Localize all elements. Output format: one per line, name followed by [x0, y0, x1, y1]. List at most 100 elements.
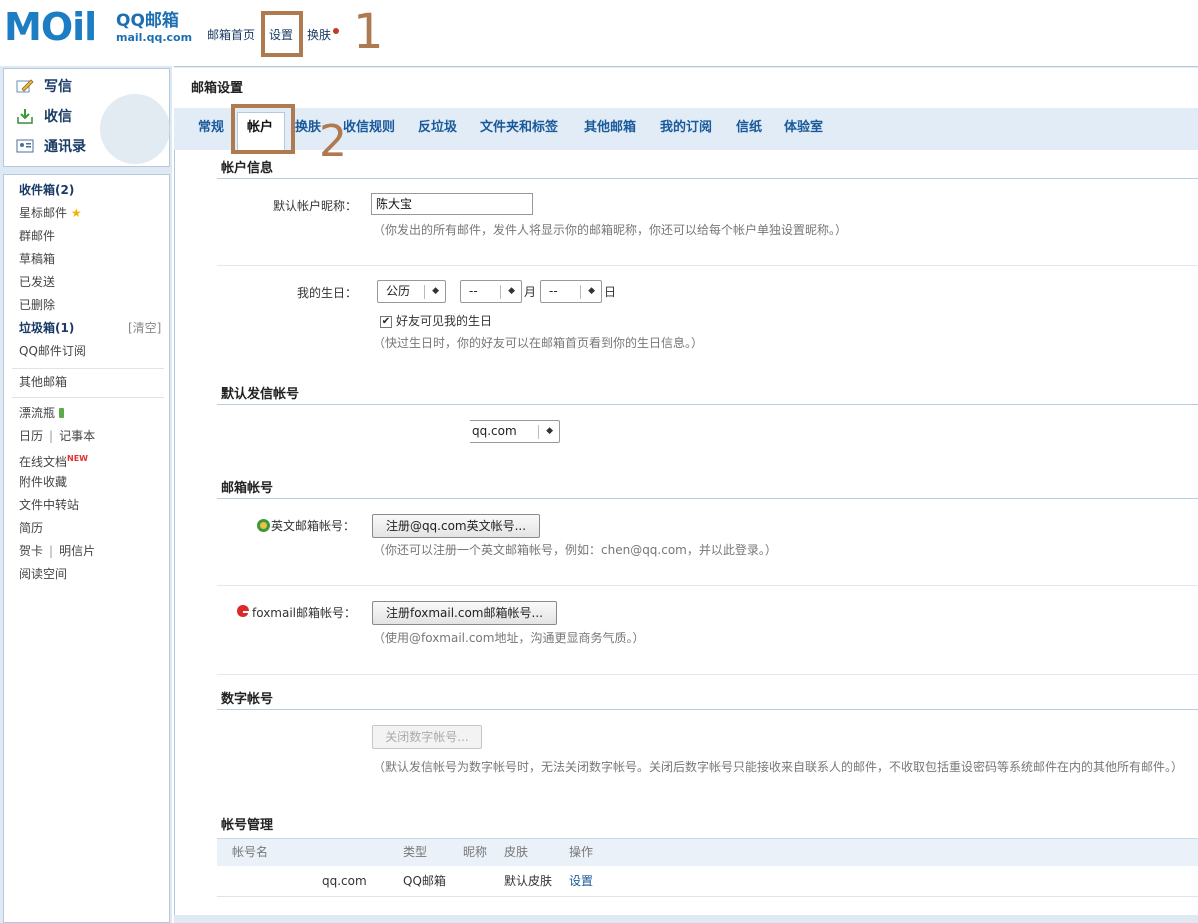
online-docs-label: 在线文档 — [19, 455, 68, 469]
clear-spam-link[interactable]: [清空] — [128, 320, 161, 336]
nickname-hint: （你发出的所有邮件，发件人将显示你的邮箱昵称，你还可以给每个帐户单独设置昵称。） — [373, 223, 848, 237]
address-book-icon — [16, 138, 34, 154]
app-online-docs[interactable]: 在线文档NEW — [19, 451, 88, 470]
bottle-icon — [58, 408, 64, 418]
nav-change-skin[interactable]: 换肤 — [307, 28, 331, 42]
tab-general[interactable]: 常规 — [198, 119, 224, 137]
section-divider — [217, 265, 1198, 266]
numeric-account-hint: （默认发信帐号为数字帐号时，无法关闭数字帐号。关闭后数字帐号只能接收来自联系人的… — [373, 760, 1184, 774]
english-account-label: 英文邮箱帐号： — [271, 519, 356, 533]
skin-heart-icon — [333, 28, 339, 34]
english-account-hint: （你还可以注册一个英文邮箱帐号，例如：chen@qq.com，并以此登录。） — [373, 543, 777, 557]
birthday-label: 我的生日： — [296, 286, 357, 300]
tab-anti-spam[interactable]: 反垃圾 — [418, 119, 457, 137]
tab-stationery[interactable]: 信纸 — [736, 119, 762, 137]
birthday-visible-checkbox[interactable]: ✔ — [380, 316, 392, 328]
select-arrows-icon: ◆ — [588, 286, 595, 296]
app-greeting-card[interactable]: 贺卡 — [19, 544, 43, 558]
table-row-divider — [217, 896, 1198, 897]
section-numeric-account-title: 数字帐号 — [221, 692, 274, 707]
settings-header-top — [174, 68, 1198, 108]
column-header-type: 类型 — [403, 845, 428, 859]
redacted-area — [222, 870, 322, 896]
birth-month-select[interactable]: -- ◆ — [460, 280, 522, 303]
register-foxmail-account-button[interactable]: 注册foxmail.com邮箱帐号... — [372, 601, 557, 625]
folder-subscription[interactable]: QQ邮件订阅 — [19, 343, 86, 359]
birthday-hint: （快过生日时，你的好友可以在邮箱首页看到你的生日信息。） — [373, 336, 704, 350]
folder-other-mailbox[interactable]: 其他邮箱 — [19, 374, 67, 390]
app-attachments[interactable]: 附件收藏 — [19, 474, 67, 490]
calendar-type-select[interactable]: 公历 ◆ — [377, 280, 446, 303]
redacted-area — [357, 408, 470, 443]
qq-english-icon — [257, 519, 270, 532]
account-table-header — [217, 838, 1198, 866]
register-english-account-button[interactable]: 注册@qq.com英文帐号... — [372, 514, 540, 538]
folder-deleted[interactable]: 已删除 — [19, 297, 55, 313]
section-account-management-title: 帐号管理 — [221, 818, 274, 833]
select-arrows-icon: ◆ — [508, 286, 515, 296]
tab-folders-labels[interactable]: 文件夹和标签 — [480, 119, 558, 137]
column-header-account-name: 帐号名 — [232, 845, 269, 859]
default-sender-value: qq.com — [472, 424, 517, 438]
receive-button[interactable]: 收信 — [16, 106, 72, 128]
section-divider — [217, 404, 1198, 405]
annotation-box-1 — [261, 11, 303, 57]
section-account-info-title: 帐户信息 — [221, 161, 274, 176]
nickname-label: 默认帐户昵称： — [272, 199, 357, 213]
close-numeric-account-button[interactable]: 关闭数字帐号... — [372, 725, 482, 749]
account-row-settings-link[interactable]: 设置 — [569, 874, 593, 888]
sidebar-divider — [12, 368, 164, 369]
birthday-visible-label: 好友可见我的生日 — [396, 314, 493, 328]
nickname-input[interactable]: 陈大宝 — [371, 193, 533, 215]
new-badge: NEW — [67, 454, 88, 463]
star-icon: ★ — [70, 206, 82, 220]
folder-starred[interactable]: 星标邮件 ★ — [19, 205, 82, 221]
tab-my-subscriptions[interactable]: 我的订阅 — [660, 119, 712, 137]
app-calendar[interactable]: 日历 — [19, 429, 43, 443]
app-file-transfer[interactable]: 文件中转站 — [19, 497, 79, 513]
app-postcard[interactable]: 明信片 — [59, 544, 95, 558]
app-drift-bottle[interactable]: 漂流瓶 — [19, 405, 64, 421]
section-default-sender-title: 默认发信帐号 — [221, 387, 300, 402]
select-arrows-icon: ◆ — [432, 286, 439, 296]
folder-starred-label: 星标邮件 — [19, 206, 68, 220]
compose-button[interactable]: 写信 — [16, 76, 72, 98]
bottom-border — [174, 915, 1198, 923]
section-divider — [217, 709, 1198, 710]
tab-skin[interactable]: 换肤 — [295, 119, 321, 137]
folder-spam[interactable]: 垃圾箱(1) — [19, 320, 74, 336]
app-resume[interactable]: 简历 — [19, 520, 43, 536]
calendar-type-value: 公历 — [386, 284, 411, 298]
account-row-type: QQ邮箱 — [403, 874, 446, 888]
logo[interactable]: MOil — [4, 4, 97, 50]
folder-sent[interactable]: 已发送 — [19, 274, 55, 290]
tab-receive-rules[interactable]: 收信规则 — [343, 119, 395, 137]
app-notebook[interactable]: 记事本 — [59, 429, 95, 443]
tab-lab[interactable]: 体验室 — [784, 119, 823, 137]
folder-group[interactable]: 群邮件 — [19, 228, 55, 244]
contacts-button[interactable]: 通讯录 — [16, 136, 86, 158]
section-divider — [217, 585, 1198, 586]
birth-month-value: -- — [469, 284, 478, 298]
section-divider — [217, 674, 1198, 675]
folder-drafts[interactable]: 草稿箱 — [19, 251, 55, 267]
brand-url: mail.qq.com — [116, 31, 193, 44]
column-header-skin: 皮肤 — [504, 845, 529, 859]
pencil-icon — [16, 78, 34, 94]
nav-mail-home[interactable]: 邮箱首页 — [207, 28, 255, 42]
settings-panel — [174, 66, 1198, 923]
section-mail-accounts-title: 邮箱帐号 — [221, 481, 274, 496]
annotation-number-1: 1 — [353, 4, 384, 60]
birth-day-select[interactable]: -- ◆ — [540, 280, 602, 303]
foxmail-icon — [236, 604, 250, 618]
account-row-skin: 默认皮肤 — [504, 874, 553, 888]
sidebar-divider — [12, 397, 164, 398]
foxmail-account-label: foxmail邮箱帐号： — [252, 606, 357, 620]
day-unit-label: 日 — [604, 285, 617, 299]
receive-label: 收信 — [44, 109, 72, 125]
folder-inbox[interactable]: 收件箱(2) — [19, 182, 74, 198]
compose-label: 写信 — [44, 79, 72, 95]
app-reading-space[interactable]: 阅读空间 — [19, 566, 67, 582]
tab-other-mailbox[interactable]: 其他邮箱 — [584, 119, 636, 137]
drift-bottle-label: 漂流瓶 — [19, 406, 56, 420]
